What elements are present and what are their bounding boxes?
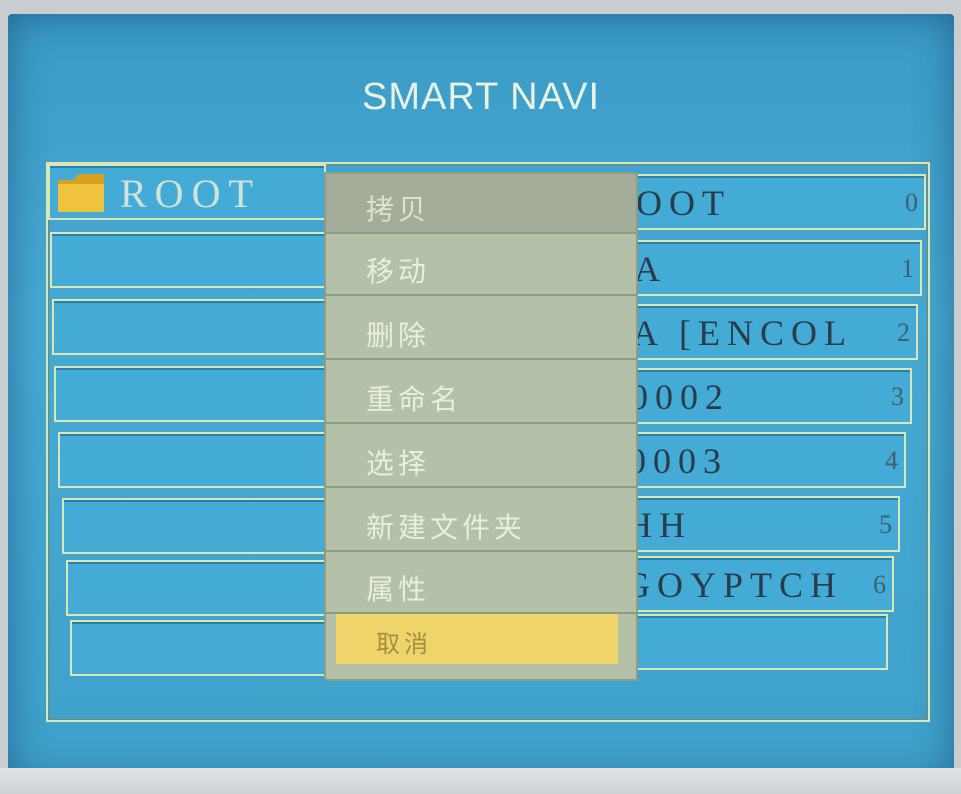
file-name: GOYPTCH [624, 565, 844, 605]
menu-item-rename[interactable]: 重命名 [326, 364, 636, 424]
file-row[interactable]: 0002 3 [624, 368, 912, 424]
osd-screen: SMART NAVI ROOT OOT 0 A 1 A [ENCOL 2 000… [8, 14, 954, 782]
list-item[interactable] [70, 620, 326, 676]
page-title: SMART NAVI [361, 76, 601, 118]
file-name: 0003 [628, 441, 728, 481]
file-number: 5 [879, 510, 892, 539]
file-name: OOT [636, 183, 731, 223]
list-item[interactable] [58, 432, 326, 488]
file-row[interactable]: A [ENCOL 2 [626, 304, 918, 360]
file-name: 0002 [630, 377, 730, 417]
folder-icon [58, 174, 104, 212]
file-number: 6 [873, 570, 886, 599]
menu-item-delete[interactable]: 删除 [326, 300, 636, 360]
menu-item-new-folder[interactable]: 新建文件夹 [326, 492, 636, 552]
file-number: 1 [901, 254, 914, 283]
list-item[interactable] [50, 232, 326, 288]
file-row[interactable]: A 1 [628, 240, 922, 296]
file-row[interactable]: GOYPTCH 6 [618, 556, 894, 612]
file-row[interactable] [616, 614, 888, 670]
menu-item-properties[interactable]: 属性 [326, 554, 636, 614]
file-number: 2 [897, 318, 910, 347]
list-item[interactable] [52, 299, 326, 355]
monitor-bezel [0, 768, 961, 794]
file-row[interactable]: 0003 4 [622, 432, 906, 488]
menu-item-select[interactable]: 选择 [326, 428, 636, 488]
root-label: ROOT [120, 171, 261, 216]
file-name: A [634, 249, 667, 289]
context-menu: 拷贝 移动 删除 重命名 选择 新建文件夹 属性 取消 [326, 174, 636, 679]
list-item[interactable] [66, 560, 326, 616]
file-number: 3 [891, 382, 904, 411]
root-row[interactable]: ROOT [48, 164, 326, 220]
menu-item-copy[interactable]: 拷贝 [326, 174, 636, 234]
file-row[interactable]: HH 5 [620, 496, 900, 552]
file-row[interactable]: OOT 0 [630, 174, 926, 230]
menu-item-move[interactable]: 移动 [326, 236, 636, 296]
file-name: A [ENCOL [632, 313, 853, 353]
file-number: 0 [905, 188, 918, 217]
list-item[interactable] [62, 498, 326, 554]
file-number: 4 [885, 446, 898, 475]
list-item[interactable] [54, 366, 326, 422]
menu-item-cancel[interactable]: 取消 [336, 614, 618, 664]
